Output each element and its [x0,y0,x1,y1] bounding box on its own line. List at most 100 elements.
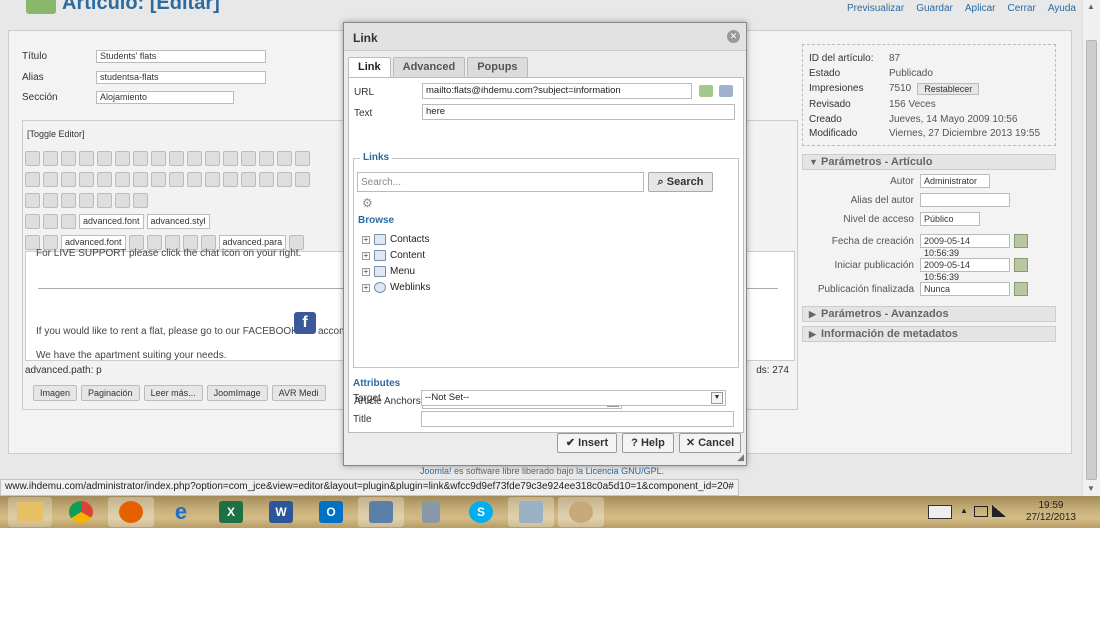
facebook-icon[interactable]: f [294,312,316,334]
toolbar-button[interactable] [79,171,94,187]
close-icon[interactable]: ✕ [727,30,740,43]
toolbar-button[interactable] [295,150,310,166]
target-select[interactable]: --Not Set-- ▼ [421,390,726,406]
toolbar-button[interactable] [241,150,256,166]
calendar-icon[interactable] [1014,234,1028,248]
publish-down-input[interactable]: Nunca [920,282,1010,296]
word-taskbar-icon[interactable]: W [258,497,304,527]
toolbar-button[interactable] [277,150,292,166]
close-button[interactable]: Cerrar [1001,3,1041,14]
tray-expand-icon[interactable]: ▲ [960,506,968,515]
font-select[interactable]: advanced.font [79,213,144,229]
browse-link-icon[interactable] [699,85,713,97]
toolbar-button[interactable] [259,150,274,166]
style-select[interactable]: advanced.styl [146,213,210,229]
image-button[interactable]: Imagen [33,385,78,401]
search-button[interactable]: ⌕ Search [648,172,713,192]
toolbar-button[interactable] [97,171,112,187]
preview-button[interactable]: Previsualizar [841,3,910,14]
scroll-thumb[interactable] [1086,40,1097,480]
firefox-taskbar-icon[interactable] [108,497,154,527]
resize-handle-icon[interactable]: ◢ [737,452,744,463]
author-alias-input[interactable] [920,193,1010,207]
toolbar-button[interactable] [169,150,184,166]
reset-hits-button[interactable]: Restablecer [917,83,980,95]
toolbar-button[interactable] [61,192,76,208]
skype-taskbar-icon[interactable]: S [458,497,504,527]
clock[interactable]: 19:59 27/12/2013 [1026,500,1076,524]
toolbar-button[interactable] [151,150,166,166]
keyboard-icon[interactable] [928,505,952,519]
excel-taskbar-icon[interactable]: X [208,497,254,527]
help-button[interactable]: ? Help [622,433,674,453]
toolbar-button[interactable] [25,150,40,166]
save-button[interactable]: Guardar [910,3,959,14]
battery-icon[interactable] [974,506,988,517]
toolbar-button[interactable] [277,171,292,187]
toolbar-button[interactable] [43,171,58,187]
params-advanced-header[interactable]: ▶ Parámetros - Avanzados [802,306,1056,322]
bold-button[interactable] [25,213,40,229]
section-select[interactable]: Alojamiento [96,91,234,104]
toolbar-button[interactable] [151,171,166,187]
network-signal-icon[interactable] [992,505,1006,517]
toolbar-button[interactable] [25,192,40,208]
toolbar-button[interactable] [205,150,220,166]
text-input[interactable]: here [422,104,735,120]
read-more-button[interactable]: Leer más... [143,385,203,401]
toolbar-button[interactable] [169,171,184,187]
toolbar-button[interactable] [97,150,112,166]
tab-popups[interactable]: Popups [467,57,528,77]
toolbar-button[interactable] [133,192,148,208]
toolbar-button[interactable] [61,171,76,187]
calculator-taskbar-icon[interactable] [408,497,454,527]
author-select[interactable]: Administrator [920,174,990,188]
gear-icon[interactable]: ⚙ [362,196,373,210]
tab-advanced[interactable]: Advanced [392,57,466,77]
license-link[interactable]: Licencia GNU/GPL. [586,466,665,476]
outlook-taskbar-icon[interactable]: O [308,497,354,527]
cancel-button[interactable]: ✕ Cancel [679,433,741,453]
tree-item-content[interactable]: + Content [362,250,425,261]
tree-item-menu[interactable]: + Menu [362,266,415,277]
toolbar-button[interactable] [259,171,274,187]
title-input[interactable]: Students' flats [96,50,266,63]
tree-item-weblinks[interactable]: + Weblinks [362,282,430,293]
joomimage-button[interactable]: JoomImage [206,385,268,401]
toolbar-button[interactable] [241,171,256,187]
toolbar-button[interactable] [187,150,202,166]
joomla-link[interactable]: Joomla! [420,466,452,476]
toolbar-button[interactable] [97,192,112,208]
toolbar-button[interactable] [61,150,76,166]
toolbar-button[interactable] [223,150,238,166]
toolbar-button[interactable] [115,192,130,208]
avr-media-button[interactable]: AVR Medi [271,385,326,401]
email-link-icon[interactable] [719,85,733,97]
toolbar-button[interactable] [115,150,130,166]
remote-desktop-taskbar-icon[interactable] [358,497,404,527]
italic-button[interactable] [43,213,58,229]
tree-item-contacts[interactable]: + Contacts [362,234,429,245]
title-input[interactable] [421,411,734,427]
access-level-select[interactable]: Público [920,212,980,226]
toggle-editor-link[interactable]: [Toggle Editor] [27,129,85,139]
tab-link[interactable]: Link [348,57,391,78]
paint-taskbar-icon[interactable] [558,497,604,527]
calendar-icon[interactable] [1014,282,1028,296]
underline-button[interactable] [61,213,76,229]
app-taskbar-icon[interactable] [508,497,554,527]
page-scrollbar[interactable]: ▲ ▼ [1082,0,1100,496]
toolbar-button[interactable] [223,171,238,187]
publish-up-input[interactable]: 2009-05-14 10:56:39 [920,258,1010,282]
alias-input[interactable]: studentsa-flats [96,71,266,84]
links-search-input[interactable]: Search... [357,172,644,192]
toolbar-button[interactable] [115,171,130,187]
insert-button[interactable]: ✔ Insert [557,433,617,453]
toolbar-button[interactable] [133,150,148,166]
toolbar-button[interactable] [133,171,148,187]
toolbar-button[interactable] [43,150,58,166]
toolbar-button[interactable] [79,150,94,166]
toolbar-button[interactable] [187,171,202,187]
metadata-header[interactable]: ▶ Información de metadatos [802,326,1056,342]
toolbar-button[interactable] [25,171,40,187]
